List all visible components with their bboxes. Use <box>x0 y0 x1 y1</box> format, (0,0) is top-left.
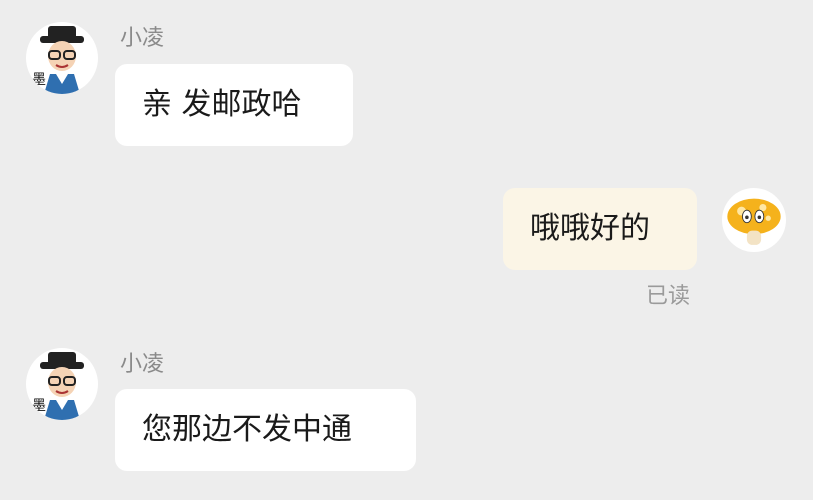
message-bubble-incoming[interactable]: 您那边不发中通 <box>115 389 416 471</box>
sender-avatar[interactable]: 墨 <box>26 348 98 420</box>
self-avatar[interactable] <box>722 188 786 252</box>
sender-name: 小凌 <box>120 26 165 51</box>
sender-name: 小凌 <box>120 352 165 377</box>
svg-text:墨: 墨 <box>32 72 46 88</box>
read-status: 已读 <box>646 284 691 309</box>
message-bubble-outgoing[interactable]: 哦哦好的 <box>503 188 697 270</box>
sender-avatar[interactable]: 墨 <box>26 22 98 94</box>
message-bubble-incoming[interactable]: 亲 发邮政哈 <box>115 64 353 146</box>
svg-text:墨: 墨 <box>32 398 46 414</box>
